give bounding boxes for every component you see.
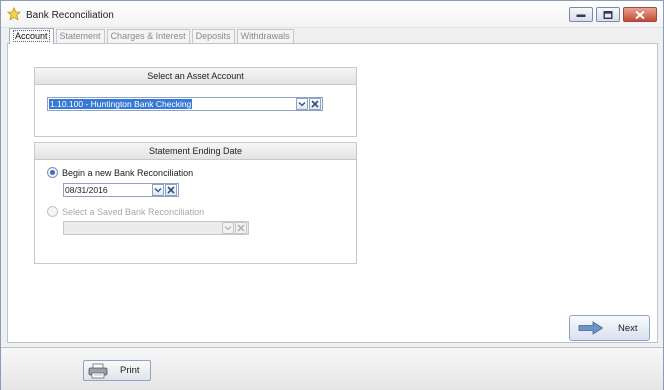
minimize-icon <box>576 14 586 17</box>
tab-account[interactable]: Account <box>9 28 54 44</box>
close-button[interactable] <box>623 7 657 22</box>
tab-label: Charges & Interest <box>110 31 186 41</box>
saved-reconciliation-dropdown-button[interactable] <box>222 222 234 234</box>
close-icon <box>635 10 645 19</box>
tab-label: Withdrawals <box>240 31 290 41</box>
asset-account-combo[interactable]: 1.10.100 - Huntington Bank Checking <box>47 97 323 111</box>
tab-statement[interactable]: Statement <box>55 29 105 44</box>
saved-reconciliation-clear-button[interactable] <box>235 222 247 234</box>
ending-date-clear-button[interactable] <box>165 184 177 196</box>
window-title: Bank Reconciliation <box>26 10 114 21</box>
printer-icon <box>88 363 108 378</box>
tab-label: Account <box>13 30 50 42</box>
begin-new-label: Begin a new Bank Reconciliation <box>62 167 194 178</box>
clear-x-icon <box>167 186 175 194</box>
tab-charges-interest[interactable]: Charges & Interest <box>106 29 190 44</box>
bottom-toolbar: Print <box>1 347 663 390</box>
next-button[interactable]: Next <box>569 315 650 341</box>
clear-x-icon <box>237 224 245 232</box>
saved-reconciliation-label: Select a Saved Bank Reconciliation <box>62 206 205 217</box>
window-controls <box>569 7 657 23</box>
minimize-button[interactable] <box>569 7 593 22</box>
asset-account-heading: Select an Asset Account <box>35 68 356 85</box>
print-label: Print <box>120 365 140 376</box>
saved-reconciliation-combo[interactable] <box>63 221 249 235</box>
tab-deposits[interactable]: Deposits <box>191 29 235 44</box>
statement-ending-group: Statement Ending Date Begin a new Bank R… <box>34 142 357 264</box>
chevron-down-icon <box>224 226 232 231</box>
title-bar[interactable]: Bank Reconciliation <box>1 1 663 28</box>
tab-withdrawals[interactable]: Withdrawals <box>236 29 294 44</box>
account-tab-page: Select an Asset Account 1.10.100 - Hunti… <box>7 43 658 343</box>
tab-label: Deposits <box>195 31 231 41</box>
maximize-button[interactable] <box>596 7 620 22</box>
arrow-right-icon <box>578 321 604 335</box>
tab-strip: Account Statement Charges & Interest Dep… <box>9 28 296 44</box>
clear-x-icon <box>311 100 319 108</box>
ending-date-dropdown-button[interactable] <box>152 184 164 196</box>
begin-new-option[interactable]: Begin a new Bank Reconciliation <box>47 167 193 178</box>
next-label: Next <box>618 322 638 334</box>
statement-ending-heading: Statement Ending Date <box>35 143 356 160</box>
asset-account-dropdown-button[interactable] <box>296 98 308 110</box>
saved-reconciliation-option[interactable]: Select a Saved Bank Reconciliation <box>47 206 204 217</box>
ending-date-combo[interactable]: 08/31/2016 <box>63 183 179 197</box>
bank-reconciliation-window: Bank Reconciliation Account Statement Ch… <box>0 0 664 390</box>
ending-date-value: 08/31/2016 <box>65 185 108 195</box>
saved-reconciliation-radio[interactable] <box>47 206 58 217</box>
maximize-icon <box>603 10 613 19</box>
print-button[interactable]: Print <box>83 360 151 381</box>
asset-account-selected-text: 1.10.100 - Huntington Bank Checking <box>49 99 193 109</box>
chevron-down-icon <box>298 102 306 107</box>
chevron-down-icon <box>154 188 162 193</box>
tab-label: Statement <box>59 31 101 41</box>
asset-account-value: 1.10.100 - Huntington Bank Checking <box>48 99 296 109</box>
asset-account-group: Select an Asset Account 1.10.100 - Hunti… <box>34 67 357 137</box>
begin-new-radio[interactable] <box>47 167 58 178</box>
star-icon <box>7 7 21 21</box>
asset-account-clear-button[interactable] <box>309 98 321 110</box>
